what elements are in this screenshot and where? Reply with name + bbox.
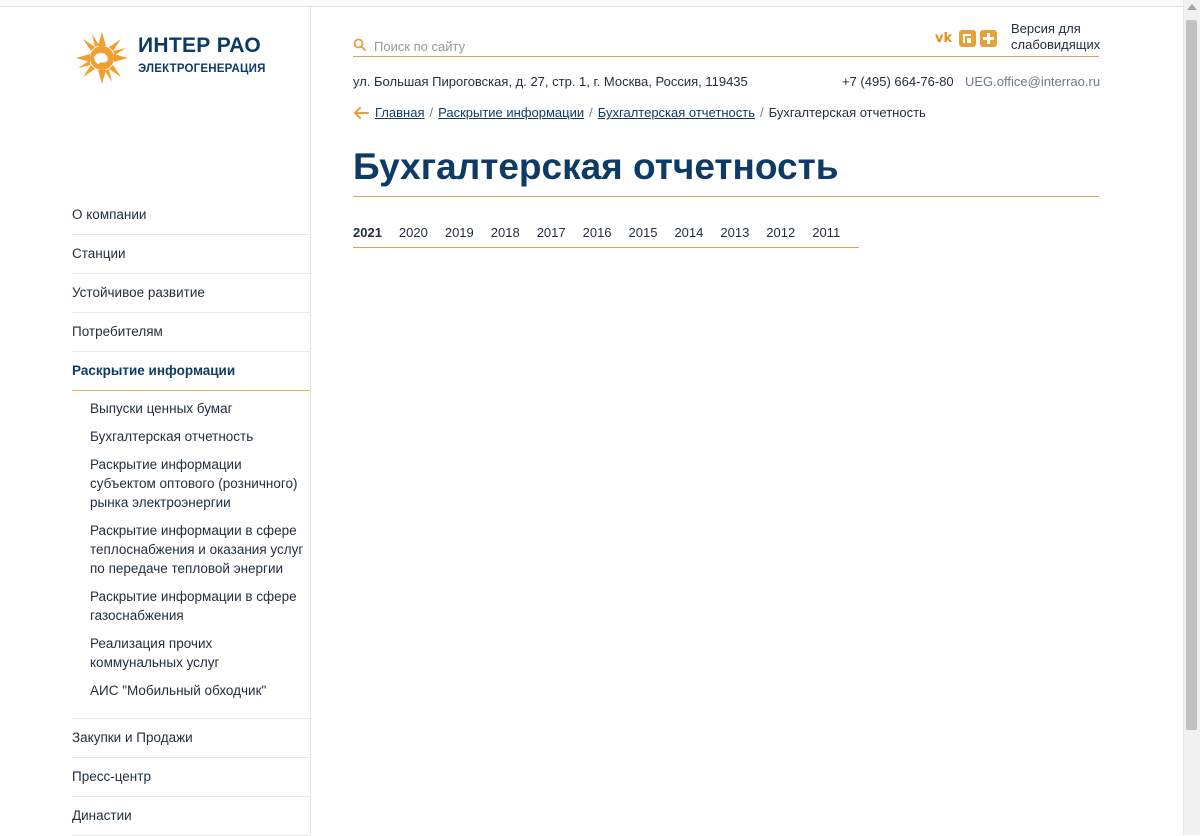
accessible-version-link[interactable]: Версия для слабовидящих: [1011, 21, 1111, 53]
sidebar: ИНТЕР РАО ЭЛЕКТРОГЕНЕРАЦИЯ О компании Ст…: [0, 6, 311, 836]
year-tab-2017[interactable]: 2017: [537, 224, 566, 242]
year-tab-2012[interactable]: 2012: [766, 224, 795, 242]
contacts-bar: ул. Большая Пироговская, д. 27, стр. 1, …: [353, 74, 1100, 90]
year-tab-2011[interactable]: 2011: [812, 224, 840, 242]
breadcrumb-current: Бухгалтерская отчетность: [768, 105, 926, 120]
page-title: Бухгалтерская отчетность: [353, 144, 1099, 197]
breadcrumb-separator: /: [759, 105, 764, 120]
breadcrumb: Главная / Раскрытие информации / Бухгалт…: [353, 105, 926, 120]
submenu-item-wholesale-market[interactable]: Раскрытие информации субъектом оптового …: [90, 455, 305, 512]
sidebar-item-about[interactable]: О компании: [72, 196, 310, 235]
year-tab-2020[interactable]: 2020: [399, 224, 428, 242]
vk-icon[interactable]: vk: [935, 30, 955, 47]
address-text: ул. Большая Пироговская, д. 27, стр. 1, …: [353, 74, 748, 89]
submenu-item-gas-supply[interactable]: Раскрытие информации в сфере газоснабжен…: [90, 587, 305, 625]
rss-icon[interactable]: [959, 29, 976, 47]
year-tab-2019[interactable]: 2019: [445, 224, 474, 242]
sidebar-item-dynasties[interactable]: Династии: [72, 797, 310, 836]
phone-number[interactable]: +7 (495) 664-76-80: [842, 74, 954, 89]
sidebar-menu: О компании Станции Устойчивое развитие П…: [72, 196, 310, 836]
submenu-item-mobile-inspector[interactable]: АИС "Мобильный обходчик": [90, 681, 305, 700]
sidebar-submenu: Выпуски ценных бумаг Бухгалтерская отчет…: [72, 391, 310, 719]
sidebar-item-sustainability[interactable]: Устойчивое развитие: [72, 274, 310, 313]
search-input[interactable]: [374, 36, 914, 56]
sidebar-item-procurement[interactable]: Закупки и Продажи: [72, 719, 310, 758]
year-tab-2021[interactable]: 2021: [353, 224, 382, 242]
submenu-item-utilities[interactable]: Реализация прочих коммунальных услуг: [90, 634, 305, 672]
sidebar-item-press-center[interactable]: Пресс-центр: [72, 758, 310, 797]
scrollbar-thumb[interactable]: [1186, 20, 1197, 730]
breadcrumb-home[interactable]: Главная: [375, 105, 424, 120]
back-arrow-icon[interactable]: [353, 106, 369, 119]
year-tab-2013[interactable]: 2013: [720, 224, 749, 242]
sidebar-item-stations[interactable]: Станции: [72, 235, 310, 274]
year-tab-2015[interactable]: 2015: [629, 224, 658, 242]
year-tabs: 2021 2020 2019 2018 2017 2016 2015 2014 …: [353, 224, 859, 248]
year-tab-2018[interactable]: 2018: [491, 224, 520, 242]
logo-name: ИНТЕР РАО: [138, 34, 262, 57]
year-tab-2016[interactable]: 2016: [583, 224, 612, 242]
social-links: vk: [935, 29, 997, 47]
breadcrumb-separator: /: [589, 105, 593, 120]
sidebar-item-consumers[interactable]: Потребителям: [72, 313, 310, 352]
breadcrumb-disclosure[interactable]: Раскрытие информации: [438, 105, 584, 120]
logo-subtitle: ЭЛЕКТРОГЕНЕРАЦИЯ: [138, 63, 266, 75]
year-tab-2014[interactable]: 2014: [674, 224, 703, 242]
submenu-item-heat-supply[interactable]: Раскрытие информации в сфере теплоснабже…: [90, 521, 305, 578]
scroll-up-arrow-icon[interactable]: [1187, 4, 1197, 10]
breadcrumb-accounting[interactable]: Бухгалтерская отчетность: [598, 105, 755, 120]
submenu-item-accounting[interactable]: Бухгалтерская отчетность: [90, 427, 305, 446]
vertical-scrollbar[interactable]: [1183, 0, 1200, 835]
breadcrumb-separator: /: [429, 105, 434, 120]
sun-logo-icon: [76, 32, 128, 84]
company-logo[interactable]: ИНТЕР РАО ЭЛЕКТРОГЕНЕРАЦИЯ: [72, 28, 272, 90]
submenu-item-securities[interactable]: Выпуски ценных бумаг: [90, 399, 305, 418]
sidebar-item-disclosure[interactable]: Раскрытие информации: [72, 352, 310, 391]
plus-icon[interactable]: [980, 29, 997, 47]
search-icon[interactable]: [353, 38, 366, 51]
email-link[interactable]: UEG.office@interrao.ru: [965, 74, 1100, 89]
